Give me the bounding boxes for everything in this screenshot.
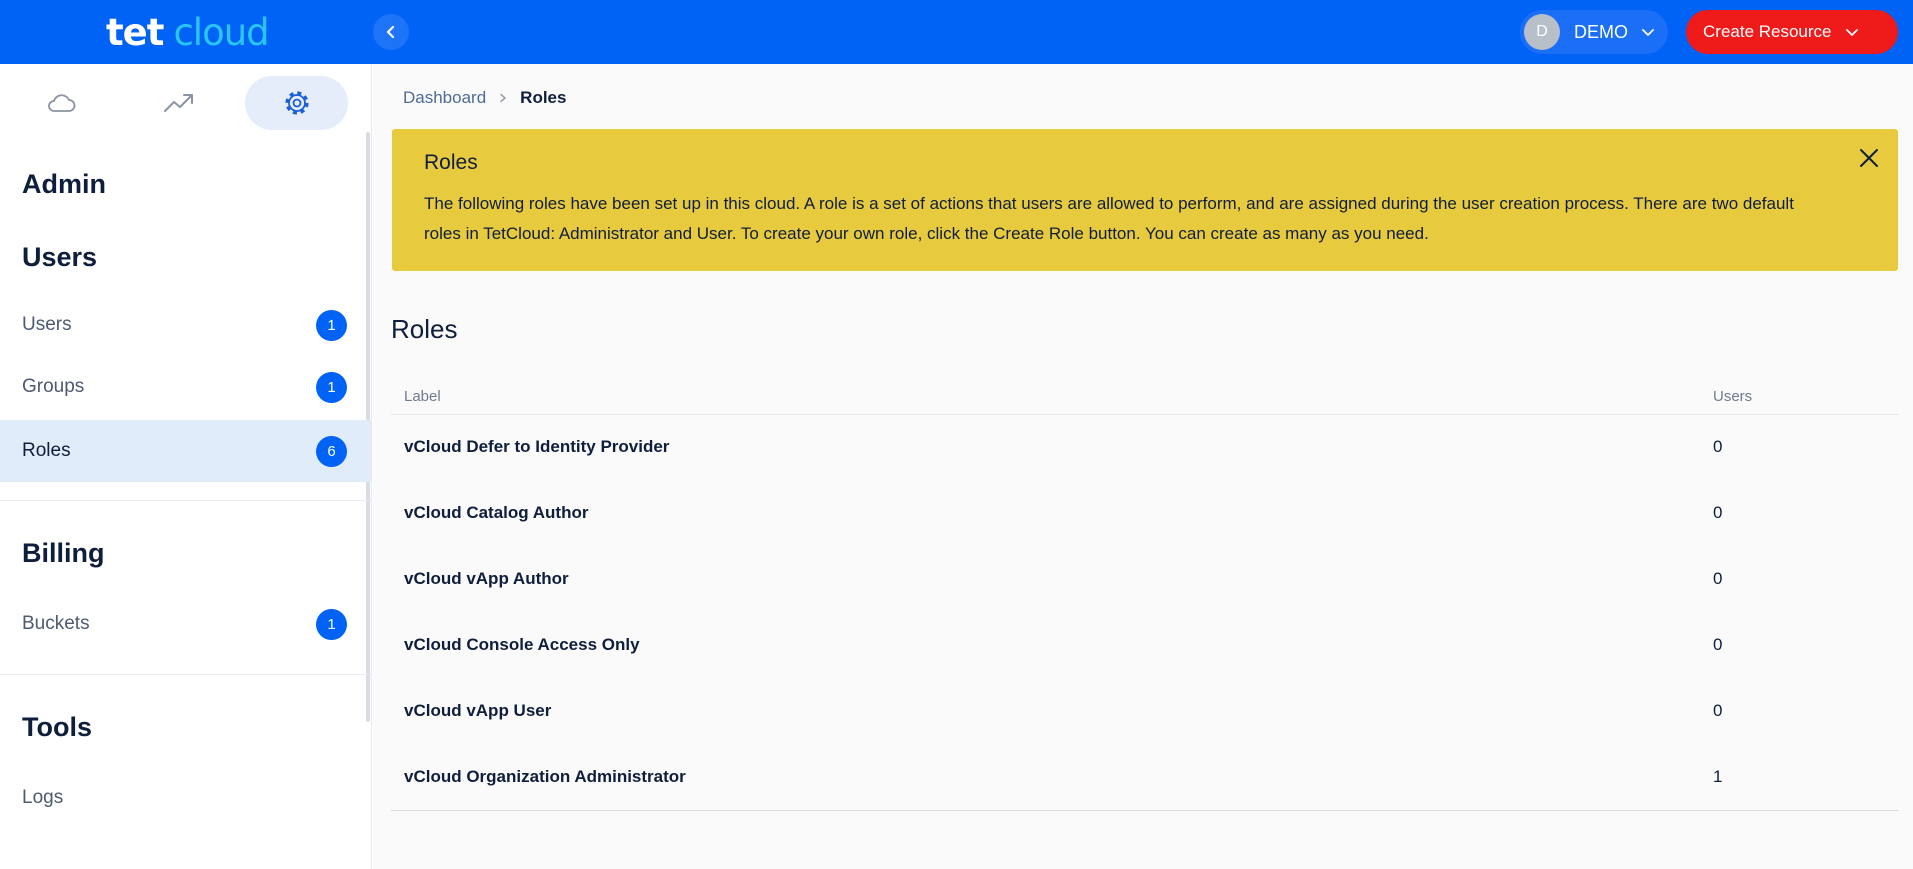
table-row[interactable]: vCloud Catalog Author 0 — [391, 481, 1899, 547]
sidebar-tab-cloud[interactable] — [9, 76, 112, 130]
sidebar-item-buckets[interactable]: Buckets 1 — [0, 593, 371, 655]
chevron-right-icon — [498, 93, 508, 103]
sidebar-item-label: Logs — [22, 787, 64, 808]
create-resource-label: Create Resource — [1703, 22, 1832, 41]
role-label[interactable]: vCloud vApp Author — [404, 569, 569, 589]
role-label[interactable]: vCloud Defer to Identity Provider — [404, 437, 669, 457]
table-row[interactable]: vCloud Console Access Only 0 — [391, 613, 1899, 679]
account-name: DEMO — [1574, 21, 1628, 42]
cloud-icon — [47, 94, 75, 112]
role-users-count: 0 — [1713, 569, 1723, 588]
sidebar: Admin Users Users 1 Groups 1 Roles 6 Bil… — [0, 64, 372, 869]
main-content: Dashboard Roles Roles The following role… — [373, 64, 1913, 869]
table-row[interactable]: vCloud vApp User 0 — [391, 679, 1899, 745]
close-icon — [1860, 149, 1878, 167]
roles-table: Label Users vCloud Defer to Identity Pro… — [391, 364, 1899, 811]
logo-tet: tet — [106, 10, 164, 54]
count-badge: 6 — [316, 436, 347, 467]
sidebar-item-label: Users — [22, 314, 72, 335]
role-users-count: 1 — [1713, 767, 1723, 786]
role-users-count: 0 — [1713, 701, 1723, 720]
table-row[interactable]: vCloud vApp Author 0 — [391, 547, 1899, 613]
notice-body: The following roles have been set up in … — [424, 194, 1794, 243]
breadcrumb-current: Roles — [520, 88, 567, 107]
role-label[interactable]: vCloud Catalog Author — [404, 503, 588, 523]
sidebar-tab-settings[interactable] — [245, 76, 348, 130]
role-users-count: 0 — [1713, 503, 1723, 522]
tools-heading: Tools — [22, 712, 92, 742]
table-row[interactable]: vCloud Organization Administrator 1 — [391, 745, 1899, 811]
info-notice: Roles The following roles have been set … — [392, 129, 1898, 271]
column-header-users[interactable]: Users — [1713, 388, 1752, 405]
avatar: D — [1524, 14, 1560, 50]
collapse-sidebar-button[interactable] — [373, 14, 409, 50]
role-label[interactable]: vCloud vApp User — [404, 701, 551, 721]
role-users-count: 0 — [1713, 635, 1723, 654]
table-header: Label Users — [391, 364, 1899, 415]
sidebar-item-label: Buckets — [22, 613, 90, 634]
notice-close-button[interactable] — [1856, 145, 1882, 171]
chevron-down-icon — [1642, 29, 1654, 36]
role-label[interactable]: vCloud Organization Administrator — [404, 767, 686, 787]
breadcrumb: Dashboard Roles — [403, 88, 566, 108]
sidebar-divider — [0, 500, 371, 501]
sidebar-item-users[interactable]: Users 1 — [0, 294, 371, 356]
create-resource-button[interactable]: Create Resource — [1686, 10, 1898, 54]
admin-heading: Admin — [22, 169, 106, 199]
sidebar-item-roles[interactable]: Roles 6 — [0, 420, 371, 482]
users-heading: Users — [22, 242, 98, 272]
chevron-down-icon — [1845, 29, 1858, 36]
sidebar-item-groups[interactable]: Groups 1 — [0, 356, 371, 418]
top-bar: tet cloud D DEMO Create Resource — [0, 0, 1913, 64]
logo-cloud: cloud — [173, 10, 269, 54]
role-users-count: 0 — [1713, 437, 1723, 456]
roles-section-title: Roles — [391, 314, 458, 344]
sidebar-tab-analytics[interactable] — [127, 76, 230, 130]
logo[interactable]: tet cloud — [106, 10, 270, 54]
breadcrumb-dashboard-link[interactable]: Dashboard — [403, 88, 486, 108]
count-badge: 1 — [316, 609, 347, 640]
account-menu[interactable]: D DEMO — [1520, 10, 1668, 54]
notice-title: Roles — [424, 151, 478, 174]
column-header-label[interactable]: Label — [404, 388, 441, 405]
sidebar-item-label: Groups — [22, 376, 85, 397]
billing-heading: Billing — [22, 538, 105, 568]
gear-icon — [284, 91, 309, 115]
sidebar-divider — [0, 674, 371, 675]
sidebar-item-label: Roles — [22, 440, 71, 461]
chevron-left-icon — [386, 25, 395, 39]
trending-up-icon — [163, 94, 193, 112]
count-badge: 1 — [316, 372, 347, 403]
table-row[interactable]: vCloud Defer to Identity Provider 0 — [391, 415, 1899, 481]
count-badge: 1 — [316, 310, 347, 341]
role-label[interactable]: vCloud Console Access Only — [404, 635, 640, 655]
sidebar-item-logs[interactable]: Logs — [0, 767, 371, 829]
